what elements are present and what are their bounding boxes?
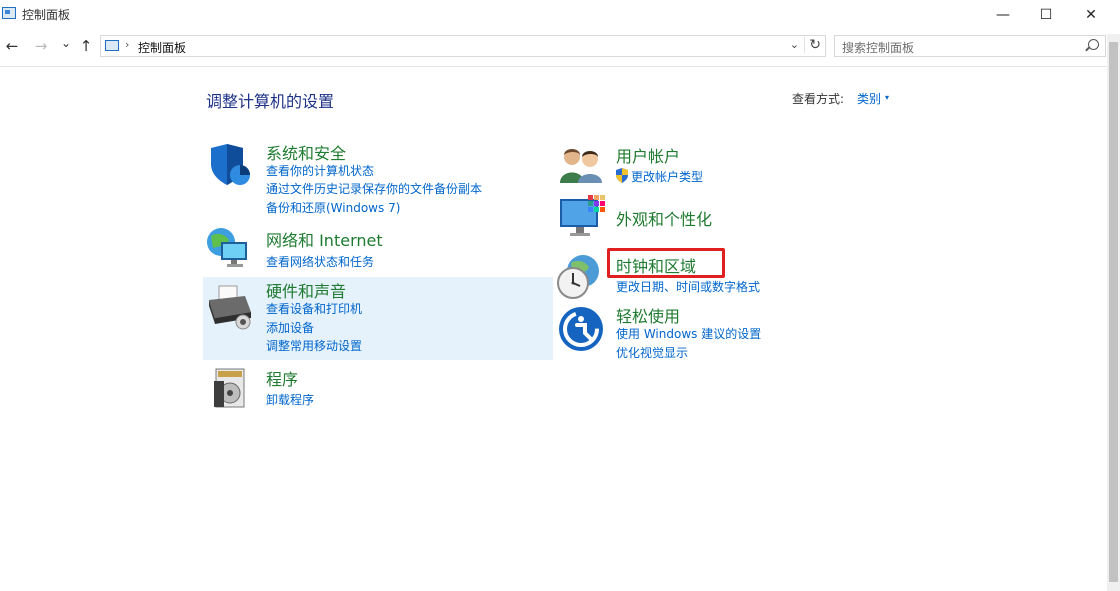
programs-icon <box>214 368 245 408</box>
recent-locations-button[interactable]: ⌄ <box>57 36 75 50</box>
printer-icon <box>209 285 251 330</box>
highlight-box <box>607 248 725 278</box>
network-globe-icon <box>207 228 247 267</box>
title-bar: 控制面板 — ☐ ✕ <box>0 0 1120 30</box>
category-title-system-security[interactable]: 系统和安全 <box>266 140 346 164</box>
link-recommended-settings[interactable]: 使用 Windows 建议的设置 <box>616 325 761 342</box>
forward-button[interactable]: → <box>32 37 50 55</box>
category-title-hardware[interactable]: 硬件和声音 <box>266 278 346 302</box>
link-mobility-settings[interactable]: 调整常用移动设置 <box>266 337 362 354</box>
navigation-bar: ← → ⌄ ↑ › 控制面板 ⌄ ↻ 搜索控制面板 <box>0 33 1120 61</box>
minimize-button[interactable]: — <box>980 0 1026 30</box>
ease-of-access-icon <box>559 307 603 351</box>
category-title-user-accounts[interactable]: 用户帐户 <box>616 143 680 167</box>
link-network-status[interactable]: 查看网络状态和任务 <box>266 253 374 270</box>
hover-highlight <box>203 277 553 360</box>
link-change-date-time-format[interactable]: 更改日期、时间或数字格式 <box>616 278 760 295</box>
control-panel-icon <box>2 7 16 19</box>
link-change-account-type[interactable]: 更改帐户类型 <box>631 168 703 185</box>
uac-shield-icon <box>616 168 628 183</box>
users-icon <box>560 149 602 183</box>
scrollbar[interactable] <box>1107 34 1120 591</box>
maximize-button[interactable]: ☐ <box>1023 0 1069 30</box>
address-bar[interactable]: › 控制面板 ⌄ ↻ <box>100 35 826 57</box>
refresh-button[interactable]: ↻ <box>804 37 821 53</box>
link-devices-printers[interactable]: 查看设备和打印机 <box>266 300 362 317</box>
search-placeholder: 搜索控制面板 <box>842 41 915 55</box>
link-backup-restore[interactable]: 备份和还原(Windows 7) <box>266 199 400 216</box>
category-title-programs[interactable]: 程序 <box>266 366 298 390</box>
link-view-computer-status[interactable]: 查看你的计算机状态 <box>266 162 374 179</box>
appearance-icon <box>560 195 605 236</box>
link-add-device[interactable]: 添加设备 <box>266 319 314 336</box>
search-input[interactable]: 搜索控制面板 <box>834 35 1106 57</box>
category-title-network[interactable]: 网络和 Internet <box>266 227 383 251</box>
link-optimize-visual-display[interactable]: 优化视觉显示 <box>616 344 688 361</box>
link-uninstall-program[interactable]: 卸载程序 <box>266 391 314 408</box>
shield-icon <box>211 144 250 185</box>
close-button[interactable]: ✕ <box>1068 0 1114 30</box>
page-title: 调整计算机的设置 <box>206 92 335 111</box>
category-title-ease-of-access[interactable]: 轻松使用 <box>616 303 680 327</box>
search-icon[interactable] <box>1088 39 1099 50</box>
divider <box>0 66 1107 67</box>
link-file-history[interactable]: 通过文件历史记录保存你的文件备份副本 <box>266 180 482 197</box>
chevron-down-icon[interactable]: ⌄ <box>790 38 799 51</box>
up-button[interactable]: ↑ <box>77 37 95 55</box>
view-by-label: 查看方式: <box>792 92 845 106</box>
view-by-dropdown[interactable]: 类别 <box>857 90 881 107</box>
window-title: 控制面板 <box>22 8 71 22</box>
chevron-right-icon[interactable]: › <box>125 38 129 51</box>
clock-globe-icon <box>557 255 599 299</box>
category-title-appearance[interactable]: 外观和个性化 <box>616 206 712 230</box>
scrollbar-thumb[interactable] <box>1109 42 1118 582</box>
back-button[interactable]: ← <box>3 37 21 55</box>
breadcrumb[interactable]: 控制面板 <box>138 39 186 56</box>
chevron-down-icon[interactable]: ▾ <box>885 93 889 102</box>
control-panel-icon <box>105 40 119 51</box>
